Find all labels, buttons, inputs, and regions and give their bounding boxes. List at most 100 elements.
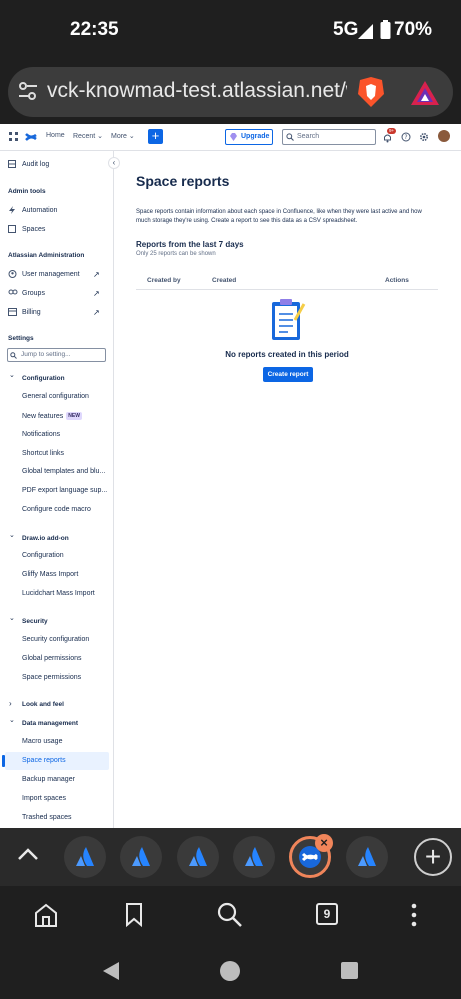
sidebar-item-general-configuration[interactable]: General configuration <box>22 393 89 400</box>
tab-thumbnail[interactable] <box>233 836 275 878</box>
clipboard-illustration-icon <box>272 299 306 340</box>
web-page: Home Recent ⌄ More ⌄ + Upgrade Search 9+… <box>0 124 461 828</box>
sidebar-item-trashed-spaces[interactable]: Trashed spaces <box>22 814 72 821</box>
sidebar-item-spaces[interactable]: Spaces <box>22 226 45 233</box>
sidebar-item-space-reports[interactable]: Space reports <box>22 757 66 764</box>
create-button[interactable]: + <box>148 129 163 144</box>
sidebar-item-notifications[interactable]: Notifications <box>22 431 60 438</box>
tab-thumbnail[interactable] <box>346 836 388 878</box>
bell-icon[interactable] <box>383 133 392 143</box>
sidebar-item-import-spaces[interactable]: Import spaces <box>22 795 66 802</box>
bookmark-icon[interactable] <box>123 902 145 928</box>
site-settings-icon[interactable] <box>18 80 38 102</box>
brave-shield-icon[interactable] <box>356 76 386 108</box>
search-icon <box>286 133 294 141</box>
atlassian-logo-icon <box>132 847 150 866</box>
sidebar-item-groups[interactable]: Groups <box>22 290 45 297</box>
column-actions: Actions <box>385 277 409 284</box>
back-icon[interactable] <box>101 961 121 981</box>
page-title: Space reports <box>136 173 230 189</box>
atlassian-logo-icon <box>76 847 94 866</box>
nav-recent[interactable]: Recent ⌄ <box>73 132 103 140</box>
empty-state-text: No reports created in this period <box>225 350 349 359</box>
sidebar-item-macro-usage[interactable]: Macro usage <box>22 738 62 745</box>
column-created: Created <box>212 277 237 284</box>
nav-more[interactable]: More ⌄ <box>111 132 135 140</box>
tab-thumbnail[interactable] <box>120 836 162 878</box>
sidebar-item-user-management[interactable]: User management <box>22 271 80 278</box>
chevron-down-icon: ⌄ <box>128 133 135 140</box>
search-input[interactable]: Search <box>282 129 376 145</box>
signal-icon <box>358 24 373 39</box>
settings-gear-icon[interactable] <box>419 132 429 142</box>
nav-home[interactable]: Home <box>46 132 65 139</box>
create-report-button[interactable]: Create report <box>263 367 313 382</box>
new-badge: NEW <box>66 412 82 420</box>
sidebar-item-shortcut-links[interactable]: Shortcut links <box>22 450 64 457</box>
chevron-up-icon[interactable] <box>17 846 39 862</box>
app-switcher-icon[interactable] <box>9 132 19 142</box>
search-icon <box>10 352 17 359</box>
home-icon[interactable] <box>33 902 59 928</box>
section-configuration[interactable]: Configuration <box>22 375 65 382</box>
sidebar-item-backup-manager[interactable]: Backup manager <box>22 776 75 783</box>
close-tab-icon[interactable]: × <box>315 834 333 852</box>
tab-thumbnail[interactable] <box>64 836 106 878</box>
notification-badge: 9+ <box>387 128 397 134</box>
external-link-icon: ↗ <box>93 289 100 298</box>
lightning-icon <box>9 206 15 214</box>
section-drawio-addon[interactable]: Draw.io add-on <box>22 535 69 542</box>
atlassian-logo-icon <box>245 847 263 866</box>
top-navigation: Home Recent ⌄ More ⌄ + Upgrade Search 9+… <box>0 124 461 151</box>
jump-to-setting-input[interactable]: Jump to setting... <box>7 348 106 362</box>
sidebar: ‹ Audit log Admin tools Automation Space… <box>0 151 120 828</box>
sidebar-item-space-permissions[interactable]: Space permissions <box>22 674 81 681</box>
tab-count-button[interactable]: 9 <box>316 903 338 925</box>
url-text[interactable]: vck-knowmad-test.atlassian.net/wik <box>47 79 347 103</box>
group-icon <box>8 289 18 295</box>
sidebar-item-configure-code-macro[interactable]: Configure code macro <box>22 506 91 513</box>
external-link-icon: ↗ <box>93 270 100 279</box>
brave-rewards-icon[interactable] <box>410 80 440 106</box>
search-icon[interactable] <box>216 901 244 929</box>
chevron-down-icon[interactable]: ⌄ <box>9 716 15 724</box>
chevron-right-icon[interactable]: › <box>9 699 12 708</box>
sidebar-item-billing[interactable]: Billing <box>22 309 41 316</box>
section-data-management[interactable]: Data management <box>22 720 78 727</box>
sidebar-item-automation[interactable]: Automation <box>22 207 57 214</box>
audit-log-icon <box>8 160 16 168</box>
chevron-down-icon[interactable]: ⌄ <box>9 371 15 379</box>
new-tab-button[interactable]: + <box>414 838 452 876</box>
sidebar-item-global-templates[interactable]: Global templates and blu... <box>22 468 105 475</box>
section-settings: Settings <box>8 335 34 342</box>
sidebar-item-security-configuration[interactable]: Security configuration <box>22 636 89 643</box>
help-icon[interactable]: ? <box>401 132 411 142</box>
atlassian-logo-icon <box>358 847 376 866</box>
sidebar-item-pdf-export[interactable]: PDF export language sup... <box>22 487 107 494</box>
tab-thumbnail[interactable] <box>177 836 219 878</box>
sidebar-item-new-features[interactable]: New features NEW <box>22 412 82 420</box>
sidebar-item-global-permissions[interactable]: Global permissions <box>22 655 82 662</box>
new-features-label: New features <box>22 413 64 420</box>
menu-dots-icon[interactable] <box>409 903 419 927</box>
chevron-down-icon[interactable]: ⌄ <box>9 531 15 539</box>
sidebar-item-audit-log[interactable]: Audit log <box>22 161 49 168</box>
battery-percent: 70% <box>394 19 433 40</box>
collapse-sidebar-button[interactable]: ‹ <box>108 157 120 169</box>
nav-recent-label: Recent <box>73 133 96 140</box>
atlassian-logo-icon <box>189 847 207 866</box>
recents-icon[interactable] <box>341 962 358 979</box>
user-icon <box>8 270 17 278</box>
home-nav-icon[interactable] <box>220 961 240 981</box>
page-description: Space reports contain information about … <box>136 209 422 224</box>
column-created-by: Created by <box>147 277 181 284</box>
sidebar-item-gliffy-import[interactable]: Gliffy Mass Import <box>22 571 78 578</box>
chevron-down-icon[interactable]: ⌄ <box>9 614 15 622</box>
billing-icon <box>8 308 17 316</box>
sidebar-item-drawio-configuration[interactable]: Configuration <box>22 552 64 559</box>
section-look-and-feel[interactable]: Look and feel <box>22 701 64 708</box>
sidebar-item-lucidchart-import[interactable]: Lucidchart Mass Import <box>22 590 95 597</box>
confluence-logo-icon[interactable] <box>25 131 37 143</box>
avatar[interactable] <box>438 130 450 142</box>
section-security[interactable]: Security <box>22 618 48 625</box>
